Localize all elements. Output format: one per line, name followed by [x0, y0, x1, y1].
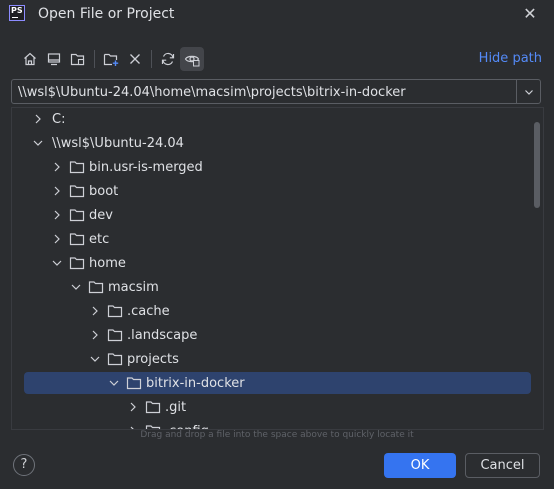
chevron-right-icon[interactable] [30, 111, 46, 127]
hide-path-link[interactable]: Hide path [479, 51, 542, 66]
tree-row[interactable]: C: [24, 108, 531, 130]
folder-icon [107, 303, 123, 319]
chevron-right-icon[interactable] [125, 399, 141, 415]
tree-row-content: bitrix-in-docker [24, 375, 245, 391]
folder-icon [126, 375, 142, 391]
project-directory-button[interactable] [66, 47, 90, 71]
tree-row-content: boot [24, 183, 118, 199]
tree-item-label: C: [52, 111, 66, 127]
tree-row-content: dev [24, 207, 113, 223]
chevron-right-icon[interactable] [125, 423, 141, 429]
chevron-right-icon[interactable] [49, 159, 65, 175]
tree-item-label: boot [89, 183, 119, 199]
phpstorm-logo-icon: PS [9, 5, 25, 21]
chevron-down-icon[interactable] [49, 255, 65, 271]
folder-icon [107, 327, 123, 343]
tree-row-content: .git [24, 399, 186, 415]
path-input[interactable] [12, 80, 517, 103]
tree-row-content: bin.usr-is-merged [24, 159, 203, 175]
tree-row-content: \\wsl$\Ubuntu-24.04 [24, 135, 184, 151]
cancel-button[interactable]: Cancel [465, 453, 540, 478]
chevron-right-icon[interactable] [49, 231, 65, 247]
tree-item-label: etc [89, 231, 110, 247]
tree-row-content: .landscape [24, 327, 197, 343]
file-tree[interactable]: C: \\wsl$\Ubuntu-24.04 bin.usr-is-merged bo… [11, 107, 544, 430]
show-hidden-files-icon [184, 55, 200, 67]
show-hidden-files-button[interactable] [180, 47, 204, 71]
tree-item-label: .landscape [127, 327, 198, 343]
refresh-button[interactable] [156, 47, 180, 71]
folder-icon [69, 231, 85, 247]
tree-row-content: macsim [24, 279, 159, 295]
desktop-icon [47, 53, 61, 66]
delete-icon [130, 54, 140, 64]
tree-row-content: etc [24, 231, 109, 247]
chevron-down-icon [524, 89, 533, 95]
tree-row[interactable]: boot [24, 180, 531, 202]
tree-scrollbar[interactable] [534, 122, 540, 208]
tree-row-content: projects [24, 351, 179, 367]
toolbar-separator [94, 50, 95, 68]
folder-icon [69, 207, 85, 223]
close-icon[interactable]: ✕ [520, 4, 540, 24]
toolbar-separator [151, 50, 152, 68]
chevron-right-icon[interactable] [49, 207, 65, 223]
tree-item-label: .git [165, 399, 187, 415]
desktop-button[interactable] [42, 47, 66, 71]
tree-row[interactable]: dev [24, 204, 531, 226]
path-history-dropdown-button[interactable] [516, 80, 540, 103]
tree-row-content: .config [24, 423, 209, 429]
tree-item-label: bin.usr-is-merged [89, 159, 203, 175]
chevron-right-icon[interactable] [87, 327, 103, 343]
tree-row-content: C: [24, 111, 65, 127]
tree-item-label: home [89, 255, 126, 271]
tree-item-label: projects [127, 351, 179, 367]
chevron-right-icon[interactable] [87, 303, 103, 319]
tree-item-label: macsim [108, 279, 159, 295]
dialog-title: Open File or Project [38, 6, 175, 22]
tree-row[interactable]: home [24, 252, 531, 274]
new-folder-button[interactable] [99, 47, 123, 71]
tree-item-label: .cache [127, 303, 170, 319]
project-directory-icon [70, 53, 85, 66]
drag-drop-hint: Drag and drop a file into the space abov… [140, 430, 414, 440]
tree-row-content: home [24, 255, 126, 271]
folder-icon [69, 255, 85, 271]
tree-row[interactable]: \\wsl$\Ubuntu-24.04 [24, 132, 531, 154]
tree-row[interactable]: .config [24, 420, 531, 429]
refresh-icon [161, 52, 175, 66]
folder-icon [145, 423, 161, 429]
folder-icon [107, 351, 123, 367]
tree-row[interactable]: .git [24, 396, 531, 418]
tree-row[interactable]: .cache [24, 300, 531, 322]
tree-row[interactable]: bitrix-in-docker [24, 372, 531, 394]
path-combobox [11, 79, 541, 104]
chevron-right-icon[interactable] [49, 183, 65, 199]
help-button[interactable]: ? [13, 454, 35, 476]
tree-item-label: \\wsl$\Ubuntu-24.04 [52, 135, 184, 151]
folder-icon [69, 183, 85, 199]
toolbar [18, 47, 204, 71]
home-button[interactable] [18, 47, 42, 71]
title-bar: PS Open File or Project ✕ [0, 0, 554, 30]
chevron-down-icon[interactable] [106, 375, 122, 391]
ok-button[interactable]: OK [384, 453, 456, 478]
tree-row[interactable]: etc [24, 228, 531, 250]
folder-icon [69, 159, 85, 175]
tree-item-label: dev [89, 207, 113, 223]
chevron-down-icon[interactable] [87, 351, 103, 367]
tree-row[interactable]: macsim [24, 276, 531, 298]
tree-row-content: .cache [24, 303, 170, 319]
delete-button[interactable] [123, 47, 147, 71]
tree-row[interactable]: projects [24, 348, 531, 370]
folder-icon [88, 279, 104, 295]
tree-row[interactable]: bin.usr-is-merged [24, 156, 531, 178]
tree-row[interactable]: .landscape [24, 324, 531, 346]
new-folder-icon [103, 53, 119, 66]
tree-item-label: bitrix-in-docker [146, 375, 245, 391]
chevron-down-icon[interactable] [68, 279, 84, 295]
folder-icon [145, 399, 161, 415]
home-icon [24, 52, 36, 66]
chevron-down-icon[interactable] [30, 135, 46, 151]
